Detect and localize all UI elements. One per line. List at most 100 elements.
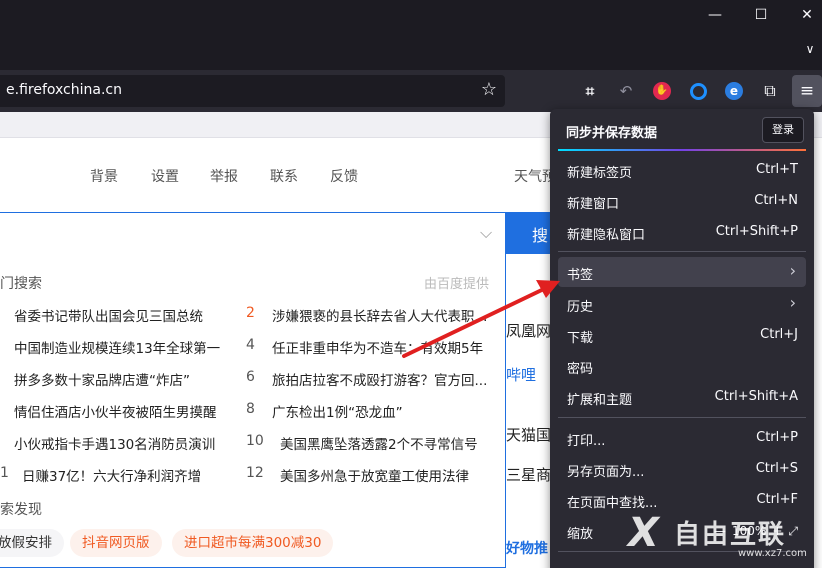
nav-link-settings[interactable]: 设置 [151,166,179,186]
menu-item-new-private-window[interactable]: 新建隐私窗口 Ctrl+Shift+P [558,217,806,247]
chevron-right-icon: › [789,293,796,312]
ie-tab-icon[interactable]: e [722,79,746,103]
menu-item-label: 新建标签页 [567,166,633,181]
watermark-logo: X 自由互联 www.xz7.com [628,510,818,566]
title-bar: — ☐ ✕ ∨ [0,0,822,70]
ie-glyph: e [725,82,743,100]
menu-item-print[interactable]: 打印... Ctrl+P [558,423,806,453]
undo-icon[interactable]: ↶ [614,79,638,103]
hot-item[interactable]: 情侣住酒店小伙半夜被陌生男摸醒 [14,401,217,421]
menu-item-label: 另存页面为... [567,465,645,480]
tab-list-chevron-icon[interactable]: ∨ [798,38,822,60]
menu-item-label: 设置 [567,564,593,568]
sign-in-button[interactable]: 登录 [762,117,804,143]
hot-search-source: 由百度提供 [424,277,490,292]
nav-link-contact[interactable]: 联系 [270,166,298,186]
site-link[interactable]: 天猫国 [506,424,550,445]
adblock-hand-icon[interactable]: ✋ [650,79,674,103]
screenshot-crop-icon[interactable]: ⌗ [578,79,602,103]
menu-item-label: 打印... [567,434,606,449]
hot-item[interactable]: 涉嫌猥亵的县长辞去省人大代表职... [272,305,487,325]
menu-item-addons-themes[interactable]: 扩展和主题 Ctrl+Shift+A [558,382,806,412]
hot-item-number: 6 [246,369,255,385]
hot-item[interactable]: 中国制造业规模连续13年全球第一 [14,337,220,357]
chevron-right-icon: › [789,261,796,280]
sync-gradient-divider [558,149,806,151]
site-link[interactable]: 凤凰网 [506,320,550,341]
app-menu-button[interactable]: ≡ [792,75,822,107]
watermark-text: 自由互联 [674,520,787,550]
nav-link-feedback[interactable]: 反馈 [330,166,358,186]
menu-item-shortcut: Ctrl+N [754,193,798,208]
menu-item-label: 新建窗口 [567,197,620,212]
menu-item-bookmarks[interactable]: 书签 › [558,257,806,287]
menu-item-label: 书签 [567,268,594,283]
menu-item-shortcut: Ctrl+F [756,492,798,507]
site-link[interactable]: 好物推 [506,538,550,558]
hand-glyph: ✋ [653,82,671,100]
hot-item[interactable]: 省委书记带队出国会见三国总统 [14,305,203,325]
close-button[interactable]: ✕ [784,0,822,30]
watermark-mark: X [628,510,659,556]
sync-title: 同步并保存数据 [566,126,658,141]
sync-row[interactable]: 同步并保存数据 登录 [550,109,814,151]
minimize-button[interactable]: — [692,0,738,30]
menu-item-shortcut: Ctrl+Shift+A [714,389,798,404]
site-link[interactable]: 三星商 [506,464,550,485]
search-box[interactable]: ⌵ [0,213,505,259]
menu-item-downloads[interactable]: 下载 Ctrl+J [558,320,806,350]
menu-item-label: 新建隐私窗口 [567,228,646,243]
hot-item[interactable]: 拼多多数十家品牌店遭“炸店” [14,369,190,389]
extensions-puzzle-icon[interactable]: ⧉ [758,79,782,103]
bookmark-star-icon[interactable]: ☆ [478,79,500,101]
maximize-button[interactable]: ☐ [738,0,784,30]
menu-item-label: 扩展和主题 [567,393,633,408]
discover-tag[interactable]: 抖音网页版 [70,529,162,557]
nav-link-report[interactable]: 举报 [210,166,238,186]
navigation-toolbar: e.firefoxchina.cn ☆ ⌗ ↶ ✋ e ⧉ ≡ [0,70,822,112]
hot-item[interactable]: 美国多州急于放宽童工使用法律 [280,465,469,485]
url-text[interactable]: e.firefoxchina.cn [6,82,122,98]
search-tab[interactable]: 搜 [506,212,550,254]
menu-separator [558,417,806,418]
menu-item-label: 缩放 [567,527,594,542]
menu-separator [558,251,806,252]
hot-item-number: 2 [246,305,255,321]
menu-item-label: 在页面中查找... [567,496,658,511]
menu-item-shortcut: Ctrl+J [760,327,798,342]
chevron-down-icon[interactable]: ⌵ [480,223,492,243]
hot-item-number: 1 [0,465,9,481]
discover-tag[interactable]: 放假安排 [0,529,64,557]
menu-item-passwords[interactable]: 密码 [558,351,806,381]
hot-item-number: 8 [246,401,255,417]
hot-item[interactable]: 广东检出1例“恐龙血” [272,401,403,421]
discover-tag[interactable]: 进口超市每满300减30 [172,529,334,557]
nav-link-background[interactable]: 背景 [90,166,118,186]
watermark-url: www.xz7.com [738,548,807,559]
hot-search-panel: ⌵ 门搜索 由百度提供 省委书记带队出国会见三国总统 2 涉嫌猥亵的县长辞去省人… [0,212,506,568]
hot-item-number: 4 [246,337,255,353]
menu-item-history[interactable]: 历史 › [558,289,806,319]
menu-item-shortcut: Ctrl+S [755,461,798,476]
globe-extension-icon[interactable] [686,79,710,103]
hot-item[interactable]: 小伙戒指卡手遇130名消防员演训 [14,433,215,453]
menu-item-new-tab[interactable]: 新建标签页 Ctrl+T [558,155,806,185]
menu-item-label: 下载 [567,331,594,346]
hot-item[interactable]: 任正非重申华为不造车：有效期5年 [272,337,483,357]
hot-item-number: 12 [246,465,264,481]
discover-title: 索发现 [0,502,42,518]
menu-item-save-page[interactable]: 另存页面为... Ctrl+S [558,454,806,484]
site-link[interactable]: 哔哩 [506,364,550,385]
menu-item-label: 历史 [567,300,594,315]
menu-item-shortcut: Ctrl+T [756,162,798,177]
menu-item-label: 密码 [567,362,594,377]
menu-item-shortcut: Ctrl+Shift+P [715,224,798,239]
hot-item[interactable]: 美国黑鹰坠落透露2个不寻常信号 [280,433,478,453]
menu-item-new-window[interactable]: 新建窗口 Ctrl+N [558,186,806,216]
menu-item-shortcut: Ctrl+P [756,430,798,445]
hot-item[interactable]: 旅拍店拉客不成殴打游客？官方回... [272,369,487,389]
globe-ring [689,82,707,100]
hot-item[interactable]: 日赚37亿！六大行净利润齐增 [22,465,201,485]
url-bar[interactable]: e.firefoxchina.cn ☆ [0,75,505,107]
hot-item-number: 10 [246,433,264,449]
